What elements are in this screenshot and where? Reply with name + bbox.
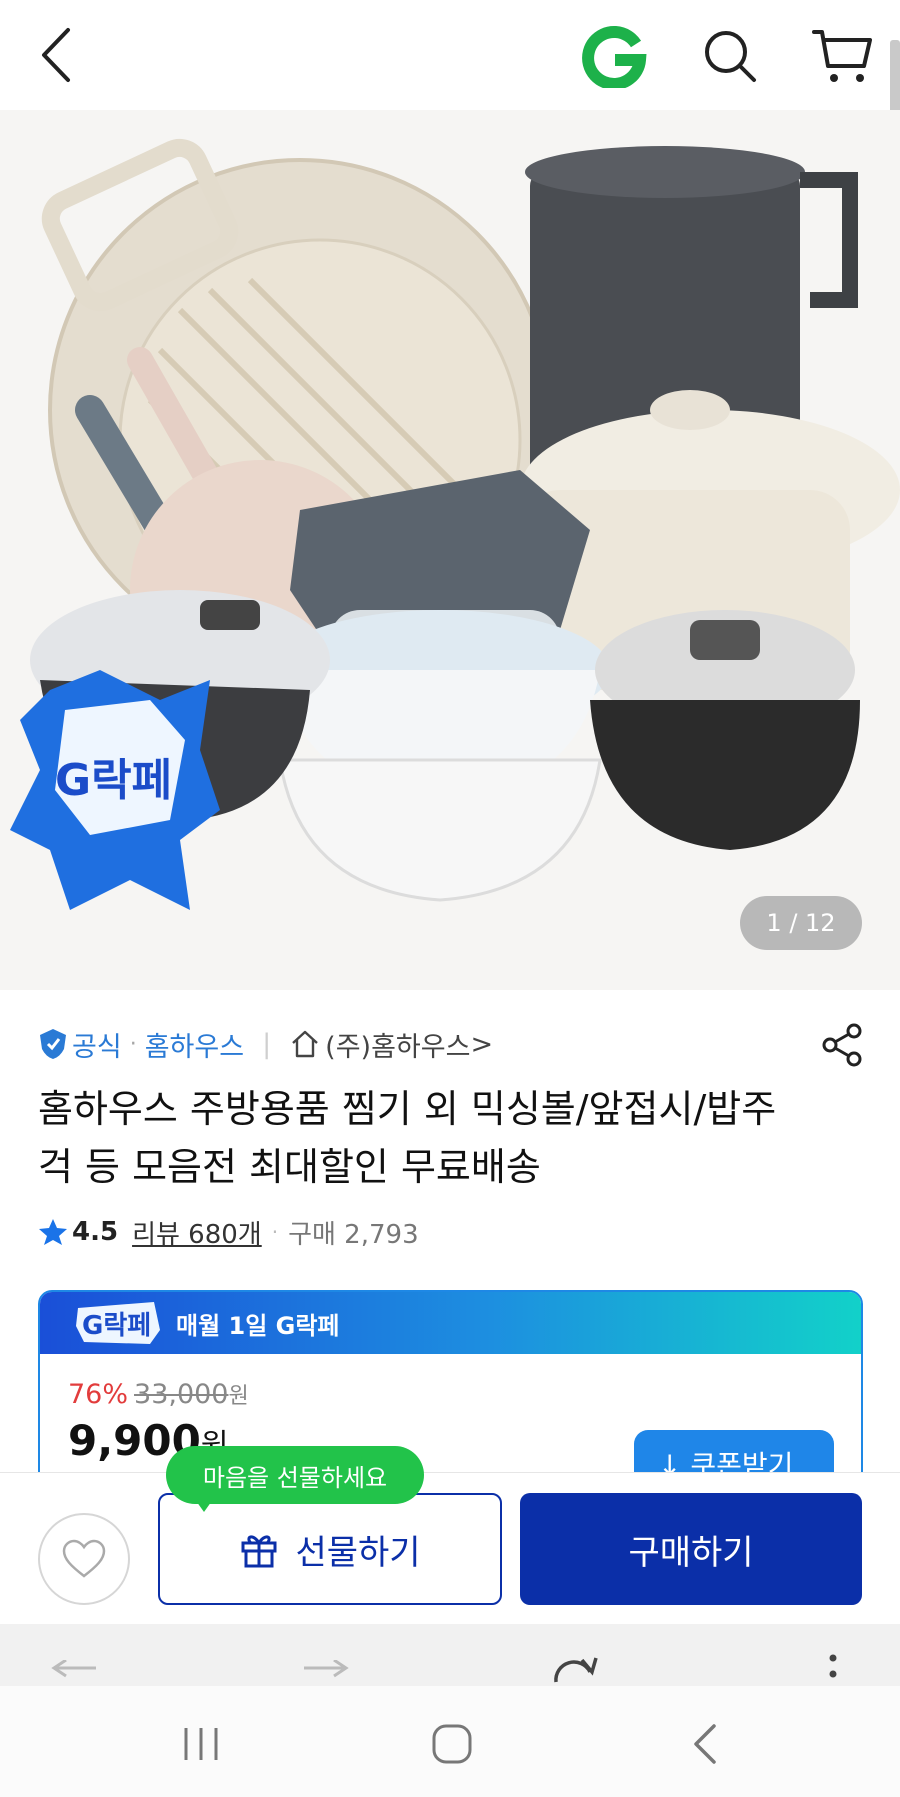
top-bar — [0, 0, 900, 120]
promo-badge-text: G락페 — [82, 1311, 151, 1341]
star-icon — [39, 1219, 67, 1245]
g-rakpe-logo-icon: G락페 — [76, 1302, 160, 1344]
system-back-icon[interactable] — [690, 1722, 720, 1766]
image-counter: 1 / 12 — [740, 896, 862, 950]
promo-header: G락페 매월 1일 G락페 — [40, 1292, 861, 1354]
system-nav-bar — [0, 1686, 900, 1797]
brand-link[interactable]: 홈하우스 — [145, 1025, 244, 1064]
product-image: G락페 — [10, 138, 900, 910]
gift-icon — [241, 1535, 277, 1568]
app-screen: G락페 1 / 12 공식 · 홈하우스 | (주)홈하우스 > 홈하우스 주방… — [0, 0, 900, 1797]
tooltip-tail — [194, 1498, 214, 1512]
bottom-action-bar: 선물하기 구매하기 — [0, 1472, 900, 1624]
purchase-count: 구매 2,793 — [288, 1219, 419, 1250]
rating-row: 4.5 리뷰 680개 · 구매 2,793 — [38, 1212, 419, 1252]
browser-forward-icon[interactable] — [300, 1660, 350, 1686]
buy-button[interactable]: 구매하기 — [520, 1493, 862, 1605]
product-title: 홈하우스 주방용품 찜기 외 믹싱볼/앞접시/밥주걱 등 모음전 최대할인 무료… — [38, 1087, 777, 1189]
chevron-left-icon[interactable] — [30, 20, 86, 90]
browser-toolbar — [0, 1624, 900, 1686]
gift-tooltip: 마음을 선물하세요 — [166, 1446, 424, 1504]
scrollbar[interactable] — [890, 40, 900, 120]
store-name: (주)홈하우스 — [325, 1031, 471, 1063]
cart-icon[interactable] — [810, 26, 874, 86]
dot-separator: · — [271, 1220, 279, 1244]
dot-separator: · — [129, 1031, 137, 1057]
original-price-unit: 원 — [228, 1384, 249, 1409]
heart-icon — [62, 1539, 106, 1578]
recent-apps-icon[interactable] — [180, 1726, 222, 1762]
gallery-badge-text: G락페 — [55, 755, 172, 806]
store-link[interactable]: (주)홈하우스 > — [289, 1025, 493, 1064]
home-button-icon[interactable] — [430, 1722, 474, 1766]
official-label: 공식 — [72, 1031, 122, 1063]
share-icon[interactable] — [820, 1022, 866, 1068]
discount-rate: 76% — [68, 1379, 129, 1410]
reviews-link[interactable]: 리뷰 680개 — [132, 1214, 262, 1251]
search-icon[interactable] — [700, 26, 760, 86]
reload-icon[interactable] — [550, 1652, 600, 1686]
g-logo-icon[interactable] — [582, 22, 648, 88]
home-icon — [292, 1030, 318, 1058]
promo-title: 매월 1일 G락페 — [176, 1311, 340, 1340]
gift-label: 선물하기 — [295, 1532, 421, 1573]
wishlist-button[interactable] — [38, 1513, 130, 1605]
official-shield-icon — [40, 1029, 66, 1059]
browser-back-icon[interactable] — [50, 1660, 100, 1686]
discount-row: 76% 33,000 원 — [68, 1378, 249, 1410]
more-menu-icon[interactable] — [826, 1652, 840, 1686]
product-image-gallery[interactable]: G락페 — [0, 110, 900, 990]
rating-value: 4.5 — [72, 1217, 119, 1247]
divider: | — [262, 1028, 272, 1060]
original-price: 33,000 — [134, 1379, 229, 1410]
brand-row: 공식 · 홈하우스 | (주)홈하우스 > — [38, 1020, 493, 1068]
chevron-right-icon: > — [470, 1028, 494, 1060]
